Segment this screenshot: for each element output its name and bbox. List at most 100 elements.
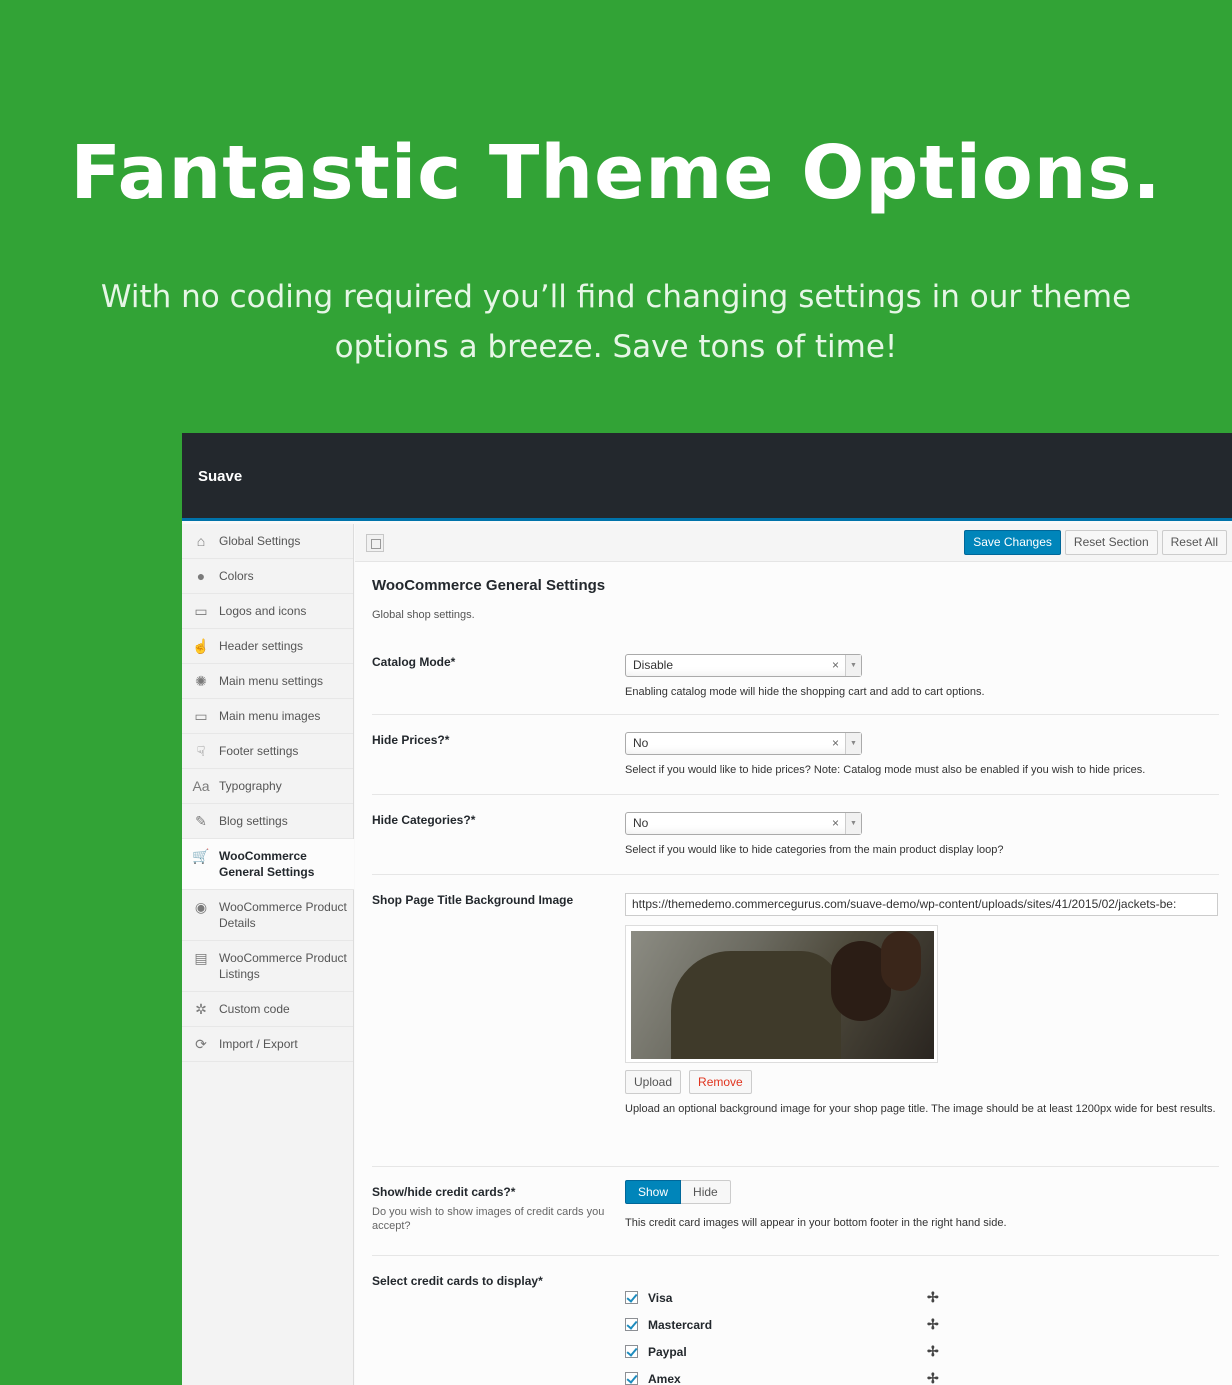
sidebar-item[interactable]: ▭ Logos and icons xyxy=(182,594,353,629)
show-toggle-button[interactable]: Show xyxy=(625,1180,682,1204)
catalog-mode-label: Catalog Mode* xyxy=(372,655,456,669)
credit-card-item: Paypal ✢ xyxy=(625,1338,1219,1365)
credit-card-label: Mastercard xyxy=(648,1317,713,1332)
cards-list: Visa ✢ Mastercard ✢ Paypal ✢ Amex ✢ xyxy=(625,1256,1219,1385)
reset-all-button[interactable]: Reset All xyxy=(1161,530,1227,555)
section-description: Global shop settings. xyxy=(372,609,475,621)
credit-cards-toggle-label: Show/hide credit cards?* xyxy=(372,1185,516,1199)
hero-subtitle: With no coding required you’ll find chan… xyxy=(90,272,1142,372)
catalog-mode-select[interactable]: Disable × ▼ xyxy=(625,654,862,677)
hero-subtitle-line-2: options a breeze. Save tons of time! xyxy=(334,329,898,365)
typography-icon: Aa xyxy=(192,778,210,794)
sidebar-item-label: Main menu settings xyxy=(219,674,324,688)
catalog-mode-value: Disable xyxy=(633,658,674,672)
shop-bg-url-input[interactable]: https://themedemo.commercegurus.com/suav… xyxy=(625,893,1218,916)
section-title: WooCommerce General Settings xyxy=(372,577,606,594)
pointer-icon: ☝ xyxy=(192,638,210,654)
sidebar-item-label: Footer settings xyxy=(219,744,299,758)
sidebar-item[interactable]: ☝ Header settings xyxy=(182,629,353,664)
sidebar-item[interactable]: ◉ WooCommerce Product Details xyxy=(182,890,353,941)
hide-prices-label: Hide Prices?* xyxy=(372,733,450,747)
sidebar-item-label: Colors xyxy=(219,569,254,583)
shop-bg-help: Upload an optional background image for … xyxy=(625,1103,1216,1115)
credit-card-item: Amex ✢ xyxy=(625,1365,1219,1385)
sidebar-item[interactable]: ☟ Footer settings xyxy=(182,734,353,769)
catalog-mode-help: Enabling catalog mode will hide the shop… xyxy=(625,686,985,698)
remove-button[interactable]: Remove xyxy=(689,1070,752,1094)
reset-section-button[interactable]: Reset Section xyxy=(1064,530,1158,555)
sidebar-item-label: Typography xyxy=(219,779,282,793)
move-handle-icon[interactable]: ✢ xyxy=(927,1290,939,1304)
credit-card-label: Visa xyxy=(648,1290,673,1305)
credit-cards-help: This credit card images will appear in y… xyxy=(625,1217,1007,1229)
brand-title: Suave xyxy=(198,468,243,485)
hide-prices-help: Select if you would like to hide prices?… xyxy=(625,764,1146,776)
hide-categories-help: Select if you would like to hide categor… xyxy=(625,844,1004,856)
credit-cards-toggle-row: Show/hide credit cards?* Do you wish to … xyxy=(372,1167,1219,1256)
clipboard-icon: ▤ xyxy=(194,950,208,966)
sidebar-item[interactable]: ● Colors xyxy=(182,559,353,594)
cart-circle-icon: ◉ xyxy=(194,899,208,915)
hero-subtitle-line-1: With no coding required you’ll find chan… xyxy=(100,279,1132,315)
sidebar-item[interactable]: ✎ Blog settings xyxy=(182,804,353,839)
credit-card-checkbox[interactable] xyxy=(625,1318,638,1331)
droplet-icon: ● xyxy=(196,568,206,584)
move-handle-icon[interactable]: ✢ xyxy=(927,1371,939,1385)
sidebar-item-label: Logos and icons xyxy=(219,604,307,618)
options-content: WooCommerce General Settings Global shop… xyxy=(372,563,1219,1385)
panel-body: ⌂ Global Settings ● Colors ▭ Logos and icons ☝… xyxy=(182,524,1232,1385)
credit-card-item: Mastercard ✢ xyxy=(625,1311,1219,1338)
credit-card-checkbox[interactable] xyxy=(625,1372,638,1385)
sidebar-item[interactable]: ✲ Custom code xyxy=(182,992,353,1027)
credit-card-checkbox[interactable] xyxy=(625,1345,638,1358)
sidebar-item[interactable]: ⌂ Global Settings xyxy=(182,524,353,559)
hide-prices-select[interactable]: No × ▼ xyxy=(625,732,862,755)
theme-options-panel: Suave ⌂ Global Settings ● Colors ▭ Logos and … xyxy=(182,433,1232,1385)
chevron-down-icon[interactable]: ▼ xyxy=(845,655,861,676)
sidebar-item-label: WooCommerce Product Details xyxy=(219,900,347,930)
move-handle-icon[interactable]: ✢ xyxy=(927,1344,939,1358)
credit-card-label: Amex xyxy=(648,1371,681,1385)
credit-cards-toggle-sub: Do you wish to show images of credit car… xyxy=(372,1206,605,1232)
hero-title: Fantastic Theme Options. xyxy=(70,130,1162,216)
home-icon: ⌂ xyxy=(196,533,206,549)
clear-icon[interactable]: × xyxy=(832,733,839,754)
credit-card-item: Visa ✢ xyxy=(625,1284,1219,1311)
save-changes-button[interactable]: Save Changes xyxy=(964,530,1061,555)
select-cards-row: Select credit cards to display* Visa ✢ Mas… xyxy=(372,1256,1219,1385)
sidebar-item[interactable]: ▭ Main menu images xyxy=(182,699,353,734)
sidebar-item[interactable]: ▤ WooCommerce Product Listings xyxy=(182,941,353,992)
options-sidebar: ⌂ Global Settings ● Colors ▭ Logos and icons ☝… xyxy=(182,524,354,1385)
sidebar-item-label: WooCommerce Product Listings xyxy=(219,951,347,981)
sidebar-item[interactable]: ✺ Main menu settings xyxy=(182,664,353,699)
sidebar-item-label: Header settings xyxy=(219,639,304,653)
sidebar-item[interactable]: ⟳ Import / Export xyxy=(182,1027,353,1062)
clear-icon[interactable]: × xyxy=(832,655,839,676)
chevron-down-icon[interactable]: ▼ xyxy=(845,813,861,834)
hide-categories-row: Hide Categories?* No × ▼ Select if you w… xyxy=(372,795,1219,875)
expand-options-button[interactable] xyxy=(366,534,384,552)
sidebar-item[interactable]: Aa Typography xyxy=(182,769,353,804)
shop-bg-image-row: Shop Page Title Background Image https:/… xyxy=(372,875,1219,1167)
sidebar-item[interactable]: 🛒 WooCommerce General Settings xyxy=(182,839,354,890)
shop-bg-preview xyxy=(625,925,938,1063)
clear-icon[interactable]: × xyxy=(832,813,839,834)
options-main: Save Changes Reset Section Reset All Woo… xyxy=(355,524,1232,1385)
hide-categories-value: No xyxy=(633,816,649,830)
monitor-icon: ▭ xyxy=(194,603,208,619)
credit-card-label: Paypal xyxy=(648,1344,687,1359)
select-cards-label: Select credit cards to display* xyxy=(372,1274,543,1288)
credit-card-checkbox[interactable] xyxy=(625,1291,638,1304)
options-toolbar: Save Changes Reset Section Reset All xyxy=(355,524,1232,562)
shop-bg-image-label: Shop Page Title Background Image xyxy=(372,893,574,907)
hide-toggle-button[interactable]: Hide xyxy=(681,1180,731,1204)
upload-button[interactable]: Upload xyxy=(625,1070,682,1094)
pointer-down-icon: ☟ xyxy=(196,743,206,759)
sidebar-item-label: Global Settings xyxy=(219,534,301,548)
chevron-down-icon[interactable]: ▼ xyxy=(845,733,861,754)
shop-bg-preview-image xyxy=(631,931,934,1059)
edit-icon: ✎ xyxy=(195,813,207,829)
hide-categories-select[interactable]: No × ▼ xyxy=(625,812,862,835)
sidebar-item-label: Blog settings xyxy=(219,814,288,828)
move-handle-icon[interactable]: ✢ xyxy=(927,1317,939,1331)
